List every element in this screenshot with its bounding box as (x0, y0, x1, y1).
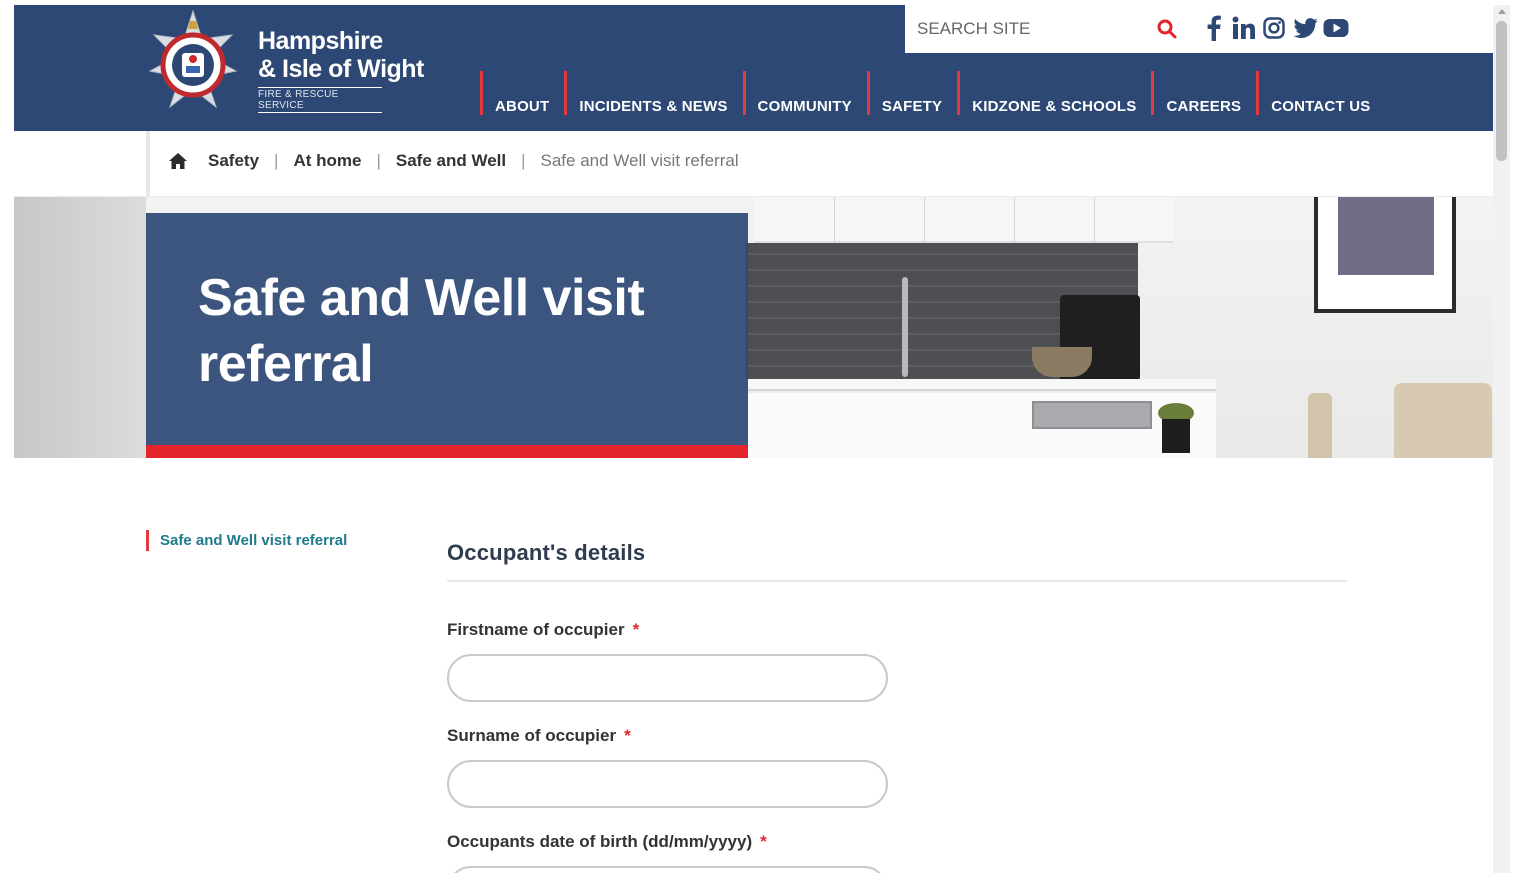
required-marker: * (632, 620, 640, 639)
main-nav: ABOUT INCIDENTS & NEWS COMMUNITY SAFETY … (480, 71, 1385, 121)
search-input[interactable] (917, 15, 1147, 43)
page-scrollbar[interactable] (1493, 5, 1510, 873)
nav-item-careers[interactable]: CAREERS (1151, 71, 1256, 121)
breadcrumb-at-home[interactable]: At home (293, 151, 361, 171)
home-icon[interactable] (168, 152, 188, 170)
hero-accent-bar (146, 445, 748, 458)
youtube-icon[interactable] (1321, 13, 1351, 43)
breadcrumb-current: Safe and Well visit referral (540, 151, 739, 170)
nav-item-contact-us[interactable]: CONTACT US (1256, 71, 1385, 121)
site-header: Hampshire & Isle of Wight FIRE & RESCUE … (14, 5, 1493, 131)
search-icon[interactable] (1155, 17, 1179, 41)
scroll-up-arrow-icon[interactable] (1498, 9, 1506, 14)
utility-bar (905, 5, 1493, 53)
breadcrumb-separator: | (521, 151, 526, 170)
brand-line-1: Hampshire (258, 27, 383, 55)
hero-banner: Safe and Well visit referral (14, 197, 1493, 458)
dob-label: Occupants date of birth (dd/mm/yyyy) * (447, 832, 767, 852)
brand-name[interactable]: Hampshire & Isle of Wight FIRE & RESCUE … (258, 27, 424, 113)
surname-label: Surname of occupier * (447, 726, 631, 746)
breadcrumb-separator: | (376, 151, 381, 170)
breadcrumb-safe-and-well[interactable]: Safe and Well (396, 151, 506, 171)
brand-line-3: FIRE & RESCUE SERVICE (258, 87, 382, 113)
linkedin-icon[interactable] (1229, 13, 1259, 43)
surname-label-text: Surname of occupier (447, 726, 617, 745)
breadcrumb-bar: Safety | At home | Safe and Well | Safe … (14, 131, 1493, 197)
dob-label-text: Occupants date of birth (dd/mm/yyyy) (447, 832, 753, 851)
facebook-icon[interactable] (1199, 13, 1229, 43)
nav-item-community[interactable]: COMMUNITY (742, 71, 867, 121)
dob-field[interactable] (447, 866, 888, 873)
nav-item-incidents-news[interactable]: INCIDENTS & NEWS (564, 71, 742, 121)
required-marker: * (624, 726, 631, 745)
fire-service-crest-logo[interactable] (144, 9, 242, 125)
surname-field[interactable] (447, 760, 888, 808)
instagram-icon[interactable] (1259, 13, 1289, 43)
breadcrumb-divider (146, 131, 150, 197)
breadcrumb-safety[interactable]: Safety (208, 151, 259, 171)
firstname-field[interactable] (447, 654, 888, 702)
referral-form: Occupant's details Firstname of occupier… (447, 540, 1347, 873)
firstname-label: Firstname of occupier * (447, 620, 639, 640)
brand-line-2: & Isle of Wight (258, 55, 424, 83)
firstname-label-text: Firstname of occupier (447, 620, 625, 639)
breadcrumb: Safety | At home | Safe and Well | Safe … (168, 151, 739, 171)
scrollbar-thumb[interactable] (1496, 21, 1507, 161)
nav-item-safety[interactable]: SAFETY (866, 71, 957, 121)
twitter-icon[interactable] (1291, 13, 1321, 43)
required-marker: * (760, 832, 767, 851)
page-title: Safe and Well visit referral (198, 269, 645, 393)
section-title-occupant-details: Occupant's details (447, 540, 1347, 582)
hero-title-panel: Safe and Well visit referral (146, 213, 748, 445)
nav-item-about[interactable]: ABOUT (480, 71, 564, 121)
nav-item-kidzone-schools[interactable]: KIDZONE & SCHOOLS (957, 71, 1151, 121)
breadcrumb-separator: | (274, 151, 279, 170)
sidebar-item-safe-and-well-referral[interactable]: Safe and Well visit referral (146, 530, 347, 551)
